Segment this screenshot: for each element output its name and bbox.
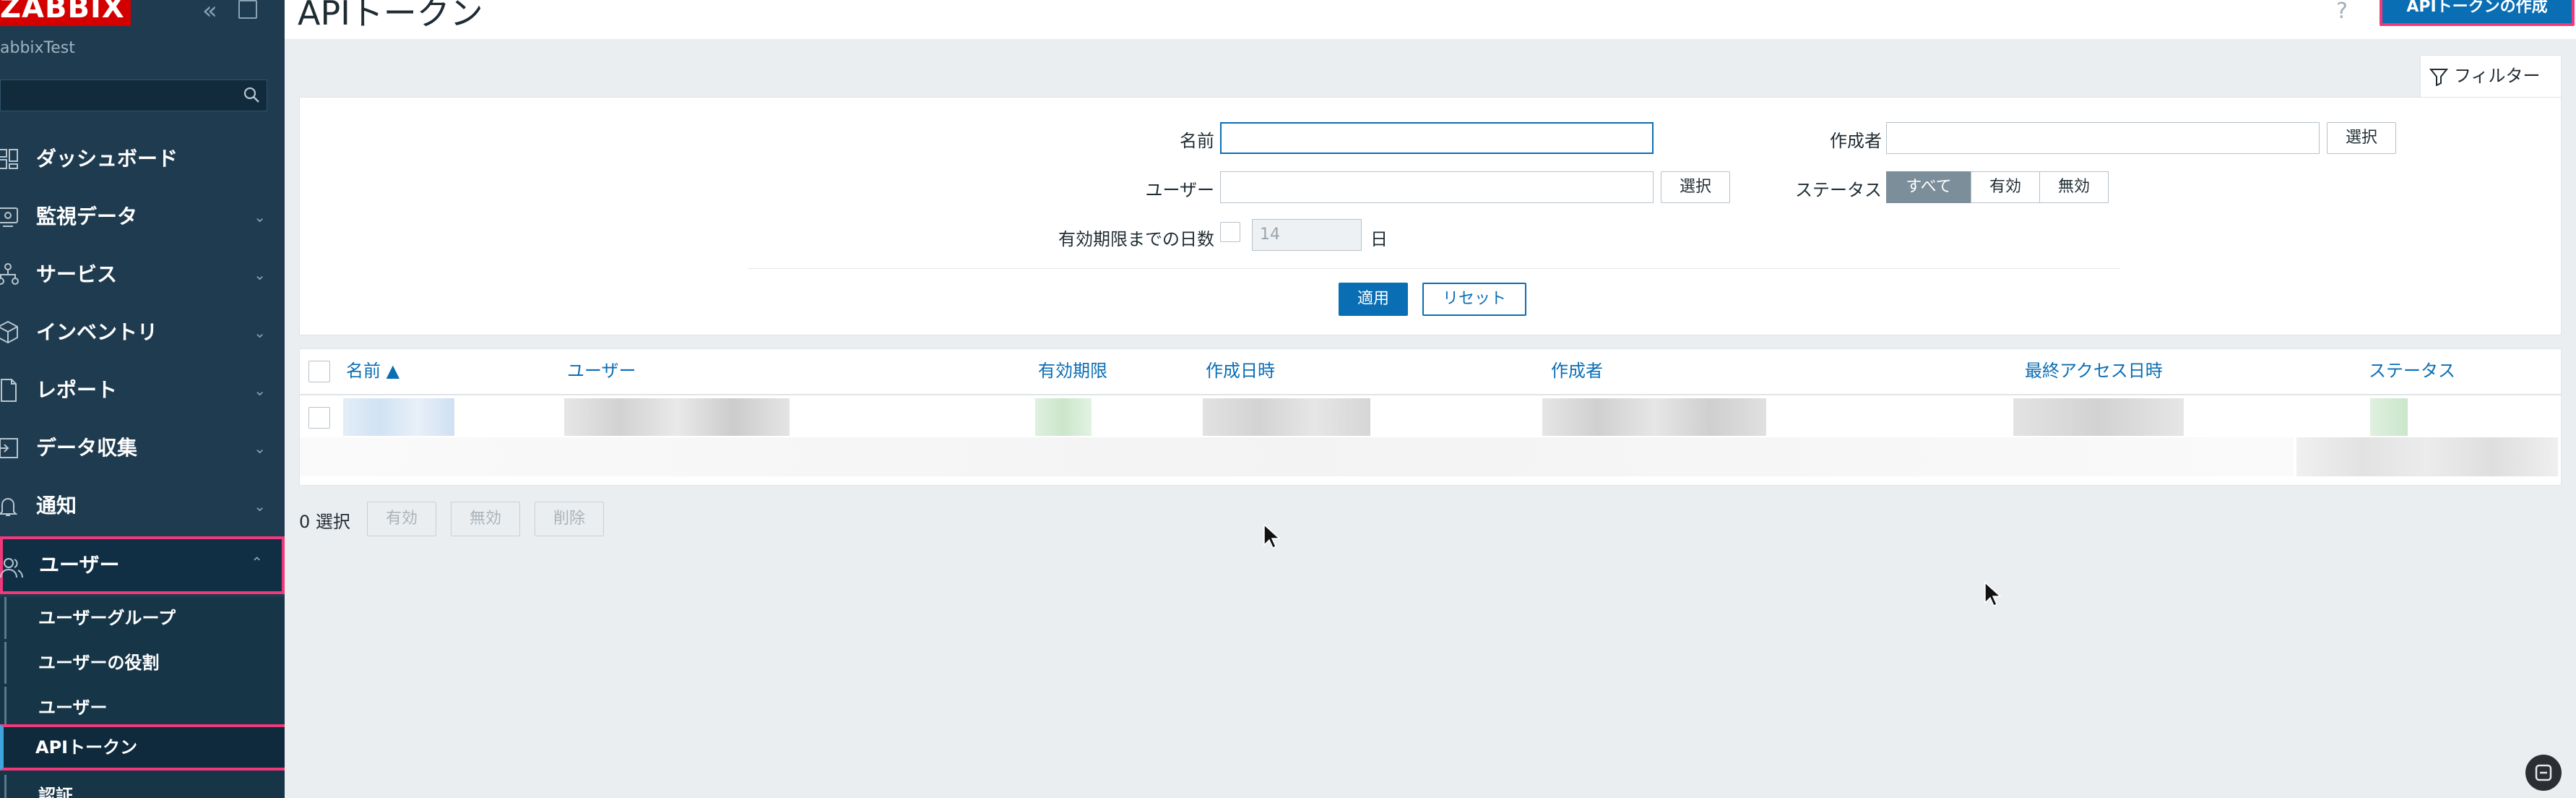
filter-tab-label: フィルター <box>2454 66 2541 86</box>
expiry-checkbox[interactable] <box>1220 222 1240 242</box>
reset-button[interactable]: リセット <box>1422 283 1526 316</box>
dashboard-icon <box>0 149 18 169</box>
sidebar-search-input[interactable] <box>0 80 267 111</box>
redacted-last-accessed <box>2013 398 2184 436</box>
mouse-cursor-icon <box>1263 523 1280 549</box>
column-last-accessed[interactable]: 最終アクセス日時 <box>2025 349 2163 392</box>
column-creator[interactable]: 作成者 <box>1551 349 1603 392</box>
sidebar-item-label: ダッシュボード <box>36 147 178 171</box>
chevron-down-icon: ⌄ <box>254 439 266 457</box>
expiry-unit: 日 <box>1370 229 1388 249</box>
sidebar-item-reports[interactable]: レポート ⌄ <box>0 361 285 419</box>
table-row[interactable] <box>300 395 2561 485</box>
status-enabled-option[interactable]: 有効 <box>1971 171 2040 203</box>
filter-tab[interactable]: フィルター <box>2420 55 2562 97</box>
monitoring-icon <box>0 207 18 227</box>
table-header: 名前 ▲ ユーザー 有効期限 作成日時 作成者 最終アクセス日時 ステータス <box>300 349 2561 395</box>
redacted-user <box>564 398 790 436</box>
kiosk-mode-icon[interactable] <box>238 0 257 19</box>
sidebar-item-label: 監視データ <box>36 205 138 228</box>
creator-input[interactable] <box>1886 122 2320 154</box>
redacted-created-at <box>1203 398 1370 436</box>
redacted-creator <box>1542 398 1766 436</box>
api-token-table: 名前 ▲ ユーザー 有効期限 作成日時 作成者 最終アクセス日時 ステータス <box>299 348 2562 486</box>
help-icon[interactable]: ? <box>2336 0 2348 24</box>
enable-selected-button[interactable]: 有効 <box>367 502 436 536</box>
expiry-days-input[interactable]: 14 <box>1252 219 1362 251</box>
filter-panel: 名前 作成者 選択 ユーザー 選択 ステータス すべて 有効 無効 有効期限まで… <box>299 97 2562 335</box>
filter-icon <box>2429 69 2448 86</box>
disable-selected-button[interactable]: 無効 <box>451 502 520 536</box>
column-user[interactable]: ユーザー <box>567 349 636 392</box>
delete-selected-button[interactable]: 削除 <box>535 502 604 536</box>
zabbix-logo[interactable]: ZABBIX <box>0 0 131 26</box>
submenu-item-users[interactable]: ユーザー <box>4 687 285 729</box>
sidebar: ZABBIX « abbixTest ダッシュボード 監視データ ⌄ サービス … <box>0 0 285 798</box>
chevron-down-icon: ⌄ <box>254 497 266 515</box>
select-all-checkbox[interactable] <box>308 361 330 382</box>
redacted-row-band <box>300 437 2294 476</box>
bell-icon <box>0 498 18 516</box>
chevron-up-icon: ⌃ <box>251 554 263 571</box>
submenu-item-api-tokens[interactable]: APIトークン <box>0 724 285 771</box>
name-input[interactable] <box>1220 122 1654 154</box>
sidebar-item-label: レポート <box>36 378 118 402</box>
sidebar-item-inventory[interactable]: インベントリ ⌄ <box>0 304 285 361</box>
screenshot-tool-icon[interactable] <box>2525 755 2562 791</box>
chevron-down-icon: ⌄ <box>254 382 266 399</box>
selected-count: 0 選択 <box>299 512 350 532</box>
name-label: 名前 <box>1180 131 1214 151</box>
redacted-token-name[interactable] <box>343 398 454 436</box>
users-icon <box>0 558 23 578</box>
users-submenu: ユーザーグループ ユーザーの役割 ユーザー APIトークン 認証 <box>0 597 285 798</box>
status-disabled-option[interactable]: 無効 <box>2039 171 2109 203</box>
user-label: ユーザー <box>1145 180 1214 200</box>
apply-button[interactable]: 適用 <box>1339 283 1408 316</box>
redacted-expires-at <box>1035 398 1092 436</box>
sidebar-item-services[interactable]: サービス ⌄ <box>0 246 285 304</box>
redacted-status[interactable] <box>2370 398 2408 436</box>
sidebar-item-data-collection[interactable]: データ収集 ⌄ <box>0 419 285 477</box>
chevron-down-icon: ⌄ <box>254 324 266 341</box>
submenu-item-authentication[interactable]: 認証 <box>4 775 285 798</box>
submenu-item-user-roles[interactable]: ユーザーの役割 <box>4 642 285 684</box>
search-icon[interactable] <box>242 85 261 104</box>
sidebar-item-label: サービス <box>36 262 118 286</box>
redacted-row-extra <box>2296 437 2558 476</box>
filter-divider <box>748 268 2120 269</box>
chevron-down-icon: ⌄ <box>254 208 266 226</box>
user-input[interactable] <box>1220 171 1654 203</box>
column-created-at: 作成日時 <box>1206 361 1275 381</box>
sidebar-item-dashboard[interactable]: ダッシュボード <box>0 130 285 188</box>
chevron-down-icon: ⌄ <box>254 266 266 283</box>
creator-select-button[interactable]: 選択 <box>2327 122 2396 154</box>
submenu-item-user-groups[interactable]: ユーザーグループ <box>4 597 285 639</box>
sidebar-item-label: ユーザー <box>39 553 120 577</box>
create-api-token-button[interactable]: APIトークンの作成 <box>2380 0 2575 26</box>
sidebar-item-alerts[interactable]: 通知 ⌄ <box>0 477 285 535</box>
page-header: APIトークン ? APIトークンの作成 <box>285 0 2576 39</box>
column-expires-at[interactable]: 有効期限 <box>1038 349 1107 392</box>
data-collection-icon <box>0 438 18 458</box>
mouse-cursor-icon <box>1984 581 2001 607</box>
column-name[interactable]: 名前 ▲ <box>346 349 399 392</box>
column-status[interactable]: ステータス <box>2369 349 2455 392</box>
collapse-sidebar-icon[interactable]: « <box>202 0 217 23</box>
creator-label: 作成者 <box>1830 131 1882 151</box>
inventory-icon <box>0 320 18 344</box>
services-icon <box>0 263 19 285</box>
sidebar-item-users[interactable]: ユーザー ⌃ <box>0 536 285 594</box>
page-title: APIトークン <box>298 0 483 33</box>
sidebar-item-label: インベントリ <box>36 320 158 344</box>
sidebar-item-label: データ収集 <box>36 436 138 460</box>
sidebar-item-monitoring[interactable]: 監視データ ⌄ <box>0 188 285 246</box>
sidebar-item-label: 通知 <box>36 494 77 518</box>
expiry-label: 有効期限までの日数 <box>1058 229 1214 249</box>
status-label: ステータス <box>1795 180 1882 200</box>
row-checkbox[interactable] <box>308 407 330 429</box>
server-name: abbixTest <box>0 39 75 57</box>
status-all-option[interactable]: すべて <box>1886 171 1971 203</box>
reports-icon <box>1 379 17 402</box>
